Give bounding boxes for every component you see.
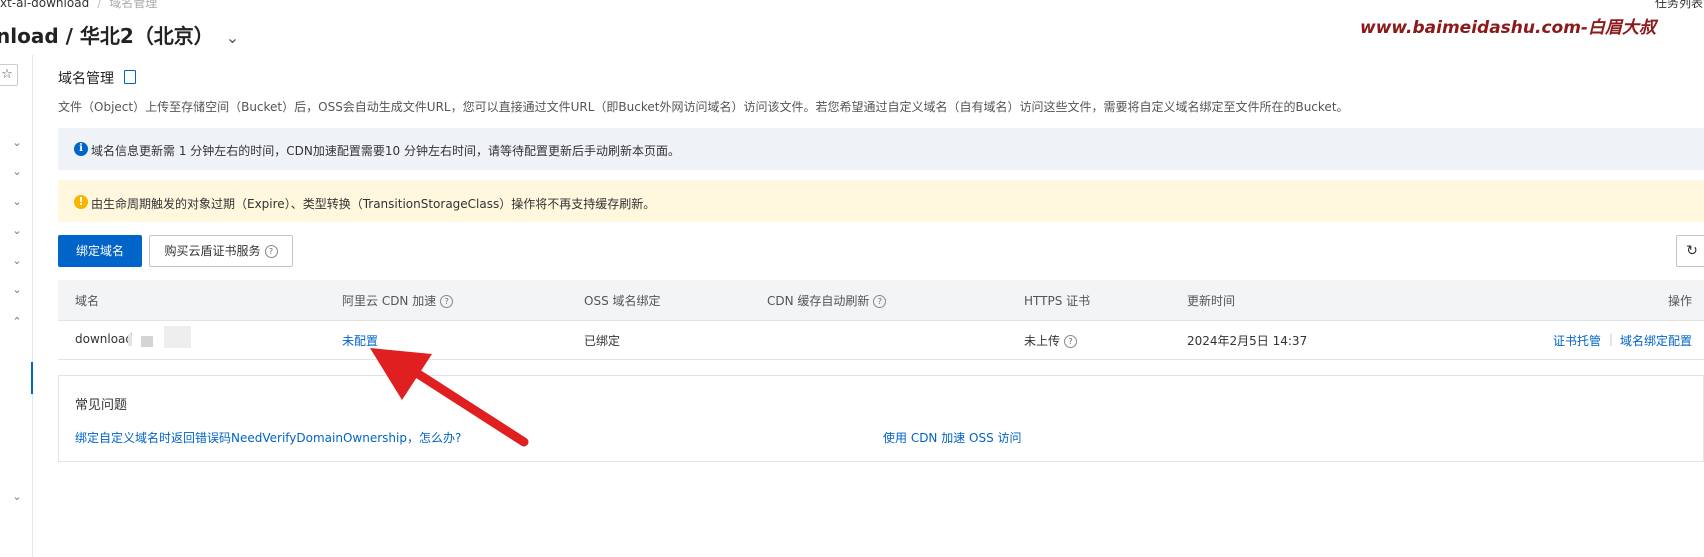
warning-icon: ! bbox=[74, 195, 88, 209]
chevron-down-icon[interactable]: ⌄ bbox=[10, 136, 24, 149]
cell-updated: 2024年2月5日 14:37 bbox=[1187, 334, 1308, 348]
sidebar-active-indicator bbox=[31, 362, 33, 394]
section-description: 文件（Object）上传至存储空间（Bucket）后，OSS会自动生成文件URL… bbox=[58, 100, 1349, 114]
sidebar bbox=[0, 55, 33, 557]
chevron-down-icon[interactable]: ⌄ bbox=[10, 224, 24, 237]
help-icon[interactable]: ? bbox=[873, 295, 887, 308]
column-header-updated: 更新时间 bbox=[1187, 294, 1236, 308]
help-icon[interactable]: ? bbox=[440, 295, 454, 308]
help-icon[interactable]: ? bbox=[264, 245, 278, 258]
task-list-link[interactable]: 任务列表 bbox=[1655, 0, 1703, 11]
chevron-down-icon[interactable]: ⌄ bbox=[10, 490, 24, 503]
star-icon[interactable]: ☆ bbox=[0, 64, 18, 86]
bind-domain-button[interactable]: 绑定域名 bbox=[58, 235, 142, 267]
column-header-cdn-refresh-label: CDN 缓存自动刷新 bbox=[767, 294, 870, 308]
column-header-oss-binding: OSS 域名绑定 bbox=[584, 294, 661, 308]
column-header-domain: 域名 bbox=[75, 294, 100, 308]
buy-cert-label: 购买云盾证书服务 bbox=[164, 244, 261, 258]
info-icon: i bbox=[74, 142, 88, 156]
chevron-down-icon[interactable]: ⌄ bbox=[10, 165, 24, 178]
refresh-button[interactable]: ↻ bbox=[1676, 235, 1704, 267]
page-title-text: nload / 华北2（北京） bbox=[0, 24, 214, 48]
chevron-down-icon[interactable]: ⌄ bbox=[226, 28, 239, 47]
faq-title: 常见问题 bbox=[75, 398, 128, 413]
chevron-up-icon[interactable]: ⌃ bbox=[10, 315, 24, 328]
table-row bbox=[58, 321, 1704, 360]
domain-binding-config-link[interactable]: 域名绑定配置 bbox=[1620, 332, 1692, 349]
action-separator: | bbox=[1609, 332, 1614, 346]
breadcrumb: xt-ai-download / 域名管理 bbox=[0, 0, 157, 11]
annotation-arrow bbox=[370, 348, 529, 447]
breadcrumb-current: 域名管理 bbox=[109, 0, 158, 10]
chevron-down-icon[interactable]: ⌄ bbox=[10, 283, 24, 296]
help-icon[interactable]: ? bbox=[1064, 335, 1078, 348]
info-notice-text: 域名信息更新需 1 分钟左右的时间，CDN加速配置需要10 分钟左右时间，请等待… bbox=[91, 144, 680, 158]
column-header-cdn-refresh: CDN 缓存自动刷新? bbox=[767, 292, 887, 309]
column-header-cdn: 阿里云 CDN 加速? bbox=[342, 292, 454, 309]
chevron-down-icon[interactable]: ⌄ bbox=[10, 195, 24, 208]
section-title: 域名管理 bbox=[58, 71, 114, 87]
buy-cert-button[interactable]: 购买云盾证书服务? bbox=[149, 235, 293, 267]
cell-oss-binding: 已绑定 bbox=[584, 334, 621, 348]
cell-domain-text: download bbox=[75, 332, 134, 346]
cell-https-text: 未上传 bbox=[1024, 334, 1061, 348]
document-icon[interactable] bbox=[124, 70, 136, 84]
cell-https: 未上传? bbox=[1024, 332, 1078, 349]
column-header-cdn-label: 阿里云 CDN 加速 bbox=[342, 294, 437, 308]
cell-domain: download bbox=[75, 332, 133, 346]
column-header-https: HTTPS 证书 bbox=[1024, 294, 1091, 308]
faq-panel bbox=[58, 375, 1704, 462]
chevron-down-icon[interactable]: ⌄ bbox=[10, 254, 24, 267]
redacted-block bbox=[164, 326, 191, 348]
redacted-block bbox=[141, 336, 153, 347]
redacted-block bbox=[128, 334, 132, 346]
faq-link-cdn-oss[interactable]: 使用 CDN 加速 OSS 访问 bbox=[883, 429, 1022, 446]
page-title[interactable]: nload / 华北2（北京） ⌄ bbox=[0, 20, 239, 49]
breadcrumb-separator: / bbox=[97, 0, 102, 10]
watermark: www.baimeidashu.com-白眉大叔 bbox=[1360, 18, 1656, 38]
cert-hosting-link[interactable]: 证书托管 bbox=[1553, 332, 1601, 349]
refresh-icon: ↻ bbox=[1686, 243, 1698, 259]
warning-notice-text: 由生命周期触发的对象过期（Expire）、类型转换（TransitionStor… bbox=[91, 197, 656, 211]
breadcrumb-bucket[interactable]: xt-ai-download bbox=[0, 0, 89, 10]
column-header-actions: 操作 bbox=[1668, 294, 1693, 308]
